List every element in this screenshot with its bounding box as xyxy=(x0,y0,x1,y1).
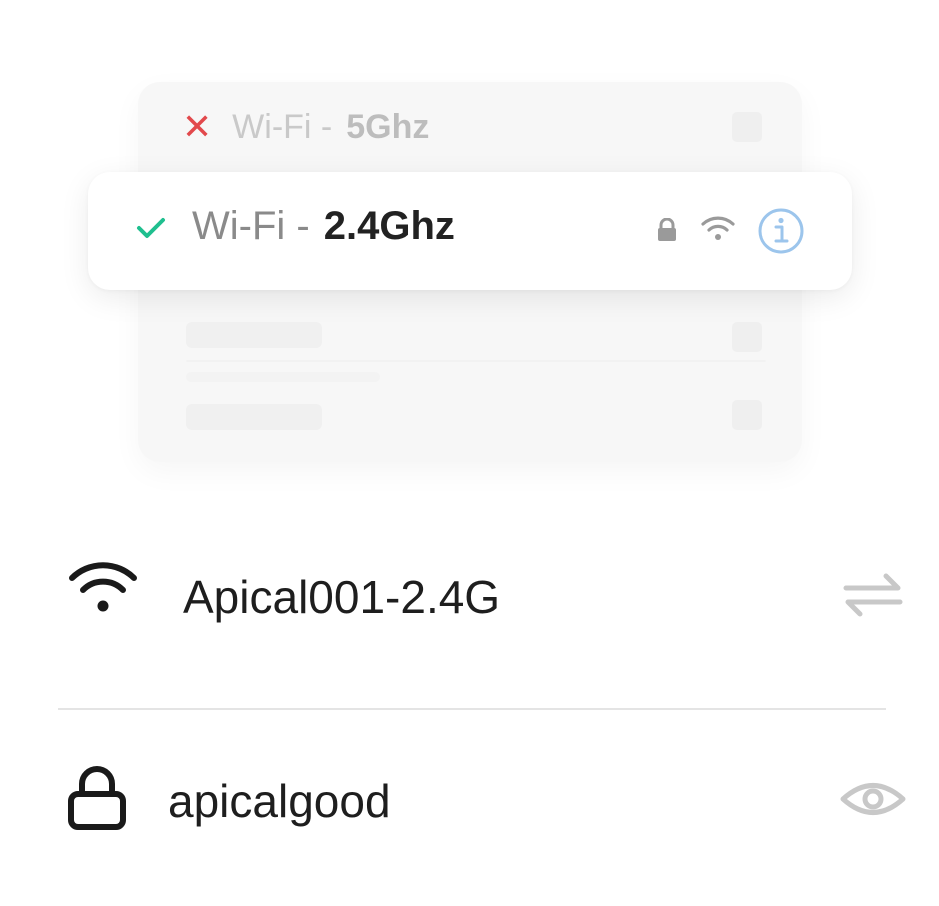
lock-icon xyxy=(66,766,128,837)
network-band: 2.4Ghz xyxy=(323,204,455,248)
placeholder-square xyxy=(732,112,762,142)
ssid-value[interactable]: Apical001-2.4G xyxy=(183,570,500,624)
network-row-5ghz: ✕ Wi-Fi - 5Ghz xyxy=(182,104,429,150)
swap-icon[interactable] xyxy=(842,572,904,623)
placeholder-square xyxy=(732,322,762,352)
field-divider xyxy=(58,708,886,710)
network-label: Wi-Fi - 2.4Ghz xyxy=(192,204,455,249)
network-card-2-4ghz: Wi-Fi - 2.4Ghz xyxy=(88,172,852,290)
wifi-icon xyxy=(68,560,138,625)
placeholder-bar xyxy=(186,322,322,348)
placeholder-square xyxy=(732,400,762,430)
check-icon xyxy=(136,216,166,245)
lock-icon xyxy=(656,217,678,247)
password-field-row[interactable] xyxy=(0,762,939,842)
placeholder-bar xyxy=(186,372,380,382)
password-input[interactable] xyxy=(168,774,768,828)
placeholder-bar xyxy=(186,404,322,430)
wifi-band-illustration: ✕ Wi-Fi - 5Ghz Wi-Fi - 2.4Ghz xyxy=(0,0,939,500)
eye-icon[interactable] xyxy=(840,778,906,825)
network-band: 5Ghz xyxy=(346,107,430,146)
wifi-icon xyxy=(700,214,736,249)
x-mark-icon: ✕ xyxy=(182,106,213,147)
network-prefix: Wi-Fi - xyxy=(232,107,333,146)
placeholder-divider xyxy=(186,360,766,362)
network-prefix: Wi-Fi - xyxy=(192,204,310,248)
info-icon[interactable] xyxy=(756,206,806,261)
ssid-field-row[interactable]: Apical001-2.4G xyxy=(0,556,939,636)
